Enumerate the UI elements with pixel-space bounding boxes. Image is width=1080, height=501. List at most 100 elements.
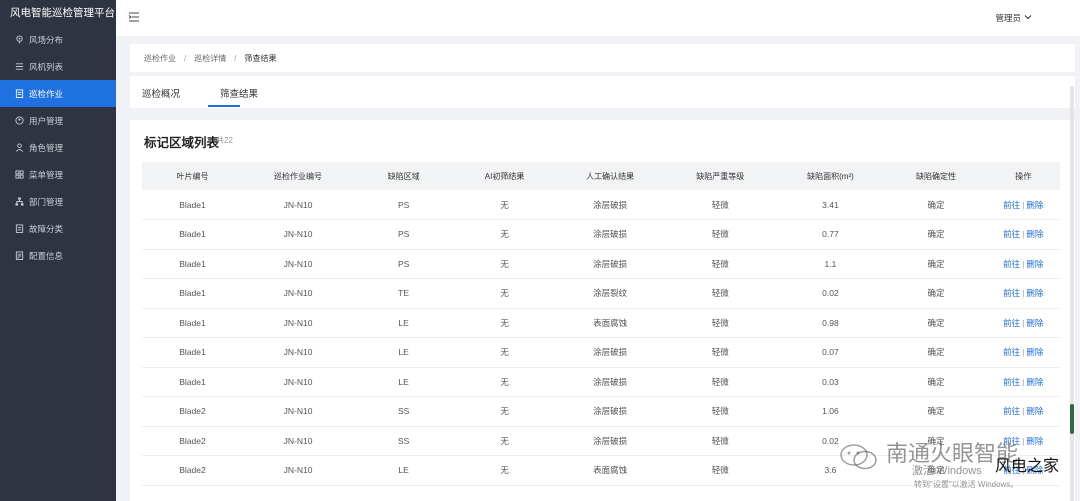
delete-link[interactable]: 删除 <box>1026 288 1043 298</box>
table-cell: JN-N10 <box>283 465 313 476</box>
user-menu[interactable]: 管理员 <box>995 12 1032 24</box>
table-cell: SS <box>397 435 410 446</box>
table-cell: 无 <box>500 317 509 328</box>
column-header: 缺陷严重等级 <box>696 171 745 181</box>
page-scrollbar[interactable] <box>1070 86 1074 501</box>
table-row: Blade1 JN-N10 PS 无 涂层破损 轻微 0.77 确定 前往 | 删除 <box>142 220 1060 249</box>
breadcrumb-separator: / <box>234 53 237 63</box>
person-icon <box>14 143 24 153</box>
table-cell: 涂层破损 <box>593 199 628 210</box>
sidebar-item-fault-types[interactable]: 故障分类 <box>0 215 116 242</box>
table-cell: PS <box>397 199 410 210</box>
breadcrumb-item-inspection[interactable]: 巡检作业 <box>144 53 176 64</box>
column-header: 缺陷面积(m²) <box>807 171 854 181</box>
table-cell: Blade1 <box>179 347 206 358</box>
go-link[interactable]: 前往 <box>1003 259 1020 269</box>
table-cell: Blade1 <box>179 258 206 269</box>
table-cell: LE <box>398 317 409 328</box>
sidebar-item-turbine-list[interactable]: 风机列表 <box>0 53 116 80</box>
action-separator: | <box>1022 317 1025 328</box>
delete-link[interactable]: 删除 <box>1026 200 1043 210</box>
sidebar-item-menus[interactable]: 菜单管理 <box>0 161 116 188</box>
table-cell: JN-N10 <box>283 347 313 358</box>
action-separator: | <box>1022 258 1025 269</box>
sidebar-item-inspection[interactable]: 巡检作业 <box>0 80 116 107</box>
breadcrumb-item-detail[interactable]: 巡检详情 <box>194 53 226 64</box>
table-cell: Blade2 <box>179 435 206 446</box>
table-cell: LE <box>398 347 409 358</box>
sidebar-item-wind-farm[interactable]: 风场分布 <box>0 26 116 53</box>
table-cell: JN-N10 <box>283 435 313 446</box>
table-cell: 轻微 <box>711 465 729 476</box>
action-separator: | <box>1022 347 1025 358</box>
table-row: Blade1 JN-N10 LE 无 涂层破损 轻微 0.07 确定 前往 | 删除 <box>142 338 1060 367</box>
table-cell: 无 <box>500 406 509 417</box>
table-cell: 轻微 <box>711 288 729 299</box>
table-cell: LE <box>398 376 409 387</box>
table-cell: 涂层破损 <box>593 376 628 387</box>
table-cell: JN-N10 <box>283 406 313 417</box>
table-cell: 涂层破损 <box>593 435 628 446</box>
go-link[interactable]: 前往 <box>1003 288 1020 298</box>
table-cell: 表面腐蚀 <box>593 465 628 476</box>
go-link[interactable]: 前往 <box>1003 377 1020 387</box>
scrollbar-thumb[interactable] <box>1070 404 1074 434</box>
go-link[interactable]: 前往 <box>1003 318 1020 328</box>
go-link[interactable]: 前往 <box>1003 200 1020 210</box>
list-count: 共22 <box>216 136 233 145</box>
table-cell: 表面腐蚀 <box>593 317 628 328</box>
table-cell: 0.07 <box>822 347 839 358</box>
go-link[interactable]: 前往 <box>1003 406 1020 416</box>
table-cell: Blade1 <box>179 229 206 240</box>
active-tab-indicator <box>208 105 240 107</box>
delete-link[interactable]: 删除 <box>1026 406 1043 416</box>
table-cell: 0.98 <box>822 317 839 328</box>
go-link[interactable]: 前往 <box>1003 347 1020 357</box>
column-header: 缺陷区域 <box>387 171 420 181</box>
table-row: Blade1 JN-N10 TE 无 涂层裂纹 轻微 0.02 确定 前往 | 删除 <box>142 279 1060 308</box>
action-separator: | <box>1022 229 1025 240</box>
table-cell: LE <box>398 465 409 476</box>
column-header: 操作 <box>1015 171 1032 181</box>
tab-screening-results[interactable]: 筛查结果 <box>220 86 258 100</box>
delete-link[interactable]: 删除 <box>1026 347 1043 357</box>
table-row: Blade1 JN-N10 PS 无 涂层破损 轻微 1.1 确定 前往 | 删除 <box>142 249 1060 279</box>
clipboard-icon <box>14 89 24 99</box>
tab-overview[interactable]: 巡检概况 <box>142 86 180 100</box>
menu-toggle-icon[interactable] <box>128 11 140 23</box>
row-actions: 前往 | 删除 <box>987 308 1061 338</box>
table-cell: JN-N10 <box>283 199 313 210</box>
delete-link[interactable]: 删除 <box>1026 318 1043 328</box>
delete-link[interactable]: 删除 <box>1026 436 1043 446</box>
table-cell: TE <box>398 288 410 299</box>
breadcrumb-item-current: 筛查结果 <box>244 53 277 63</box>
sidebar-item-users[interactable]: 用户管理 <box>0 107 116 134</box>
sidebar-item-departments[interactable]: 部门管理 <box>0 188 116 215</box>
sidebar-item-label: 风机列表 <box>29 61 64 72</box>
breadcrumb-separator: / <box>184 53 187 63</box>
table-cell: 无 <box>500 288 509 299</box>
table-cell: 涂层破损 <box>593 229 628 240</box>
go-link[interactable]: 前往 <box>1003 229 1020 239</box>
settings-doc-icon <box>14 251 24 261</box>
table-cell: 无 <box>500 465 509 476</box>
sidebar-item-roles[interactable]: 角色管理 <box>0 134 116 161</box>
column-header: 人工确认结果 <box>586 171 635 181</box>
sidebar-item-config[interactable]: 配置信息 <box>0 242 116 269</box>
table-cell: 1.1 <box>824 258 837 269</box>
user-circle-icon <box>14 116 24 126</box>
table-cell: SS <box>397 406 410 417</box>
delete-link[interactable]: 删除 <box>1026 377 1043 387</box>
table-cell: 无 <box>500 229 509 240</box>
sidebar-item-label: 用户管理 <box>29 115 64 126</box>
delete-link[interactable]: 删除 <box>1026 259 1043 269</box>
table-cell: 轻微 <box>711 347 729 358</box>
delete-link[interactable]: 删除 <box>1026 229 1043 239</box>
table-row: Blade1 JN-N10 LE 无 涂层破损 轻微 0.03 确定 前往 | 删除 <box>142 367 1060 397</box>
table-cell: 0.77 <box>822 229 839 240</box>
column-header: 缺陷确定性 <box>916 171 957 181</box>
row-actions: 前往 | 删除 <box>987 367 1061 397</box>
main-content: 巡检作业 / 巡检详情 / 筛查结果 巡检概况 筛查结果 标记区域列表 共22 … <box>116 36 1080 501</box>
table-cell: 轻微 <box>711 435 729 446</box>
table-cell: 涂层裂纹 <box>593 288 628 299</box>
